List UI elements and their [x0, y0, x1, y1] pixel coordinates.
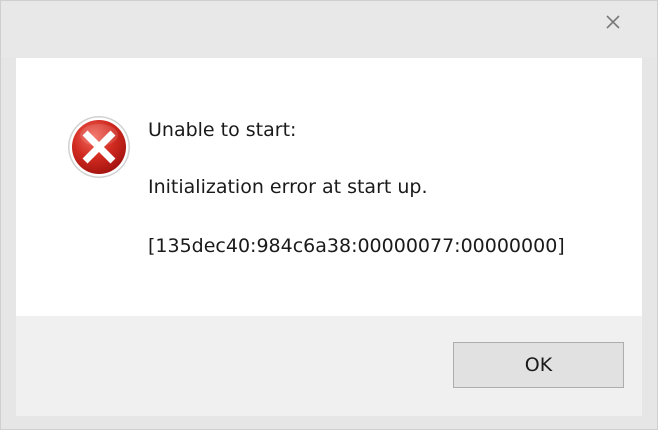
error-icon — [68, 116, 130, 178]
ok-button[interactable]: OK — [453, 342, 624, 388]
dialog-content: Unable to start: Initialization error at… — [16, 58, 642, 316]
close-button[interactable] — [584, 3, 642, 40]
error-code: [135dec40:984c6a38:00000077:00000000] — [148, 235, 565, 257]
error-message: Initialization error at start up. — [148, 176, 428, 198]
title-bar — [1, 1, 657, 57]
error-dialog-window: Unable to start: Initialization error at… — [0, 0, 658, 430]
error-heading: Unable to start: — [148, 119, 297, 141]
close-icon — [606, 14, 620, 29]
dialog-footer: OK — [16, 316, 642, 416]
